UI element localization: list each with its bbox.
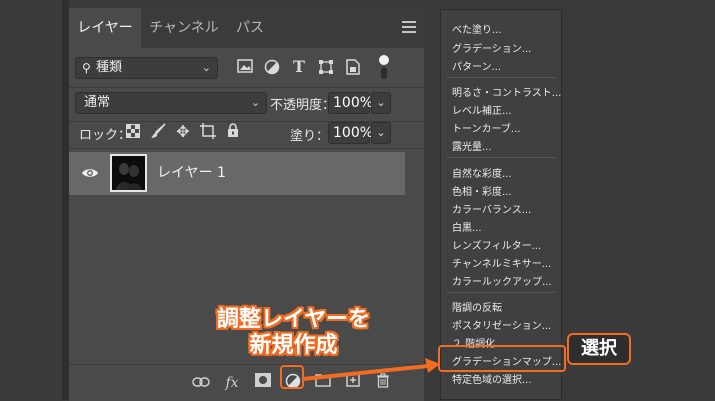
create-annotation-line2: 新規作成	[249, 333, 338, 358]
create-annotation-line1: 調整レイヤーを	[216, 307, 371, 332]
select-annotation: 選択	[567, 333, 631, 365]
